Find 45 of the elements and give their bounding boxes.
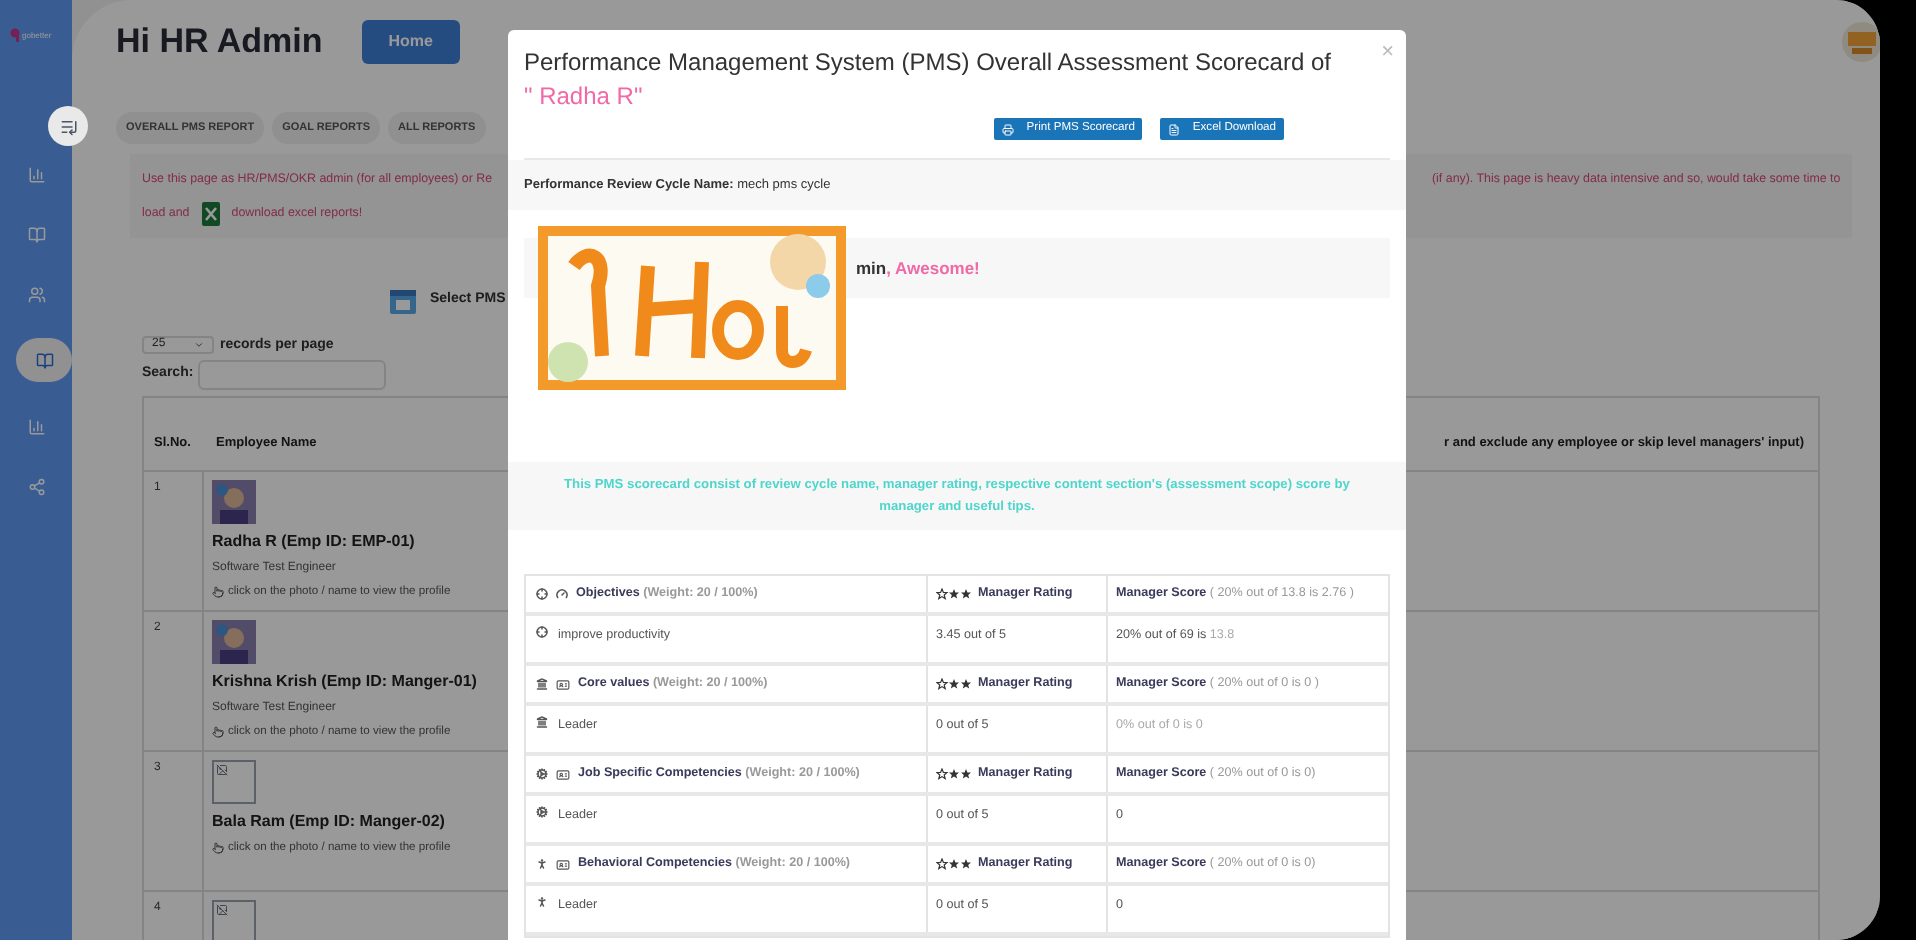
id-card-icon [556, 857, 570, 871]
bank-icon [536, 716, 548, 728]
file-icon [1168, 123, 1181, 135]
bar-chart-icon [27, 165, 45, 183]
person-icon [536, 896, 548, 908]
pointer-icon [212, 586, 224, 599]
target-icon [536, 588, 548, 600]
stars-icon [936, 678, 972, 690]
gears-icon [536, 806, 548, 818]
broken-image-icon[interactable] [212, 760, 256, 805]
page-title: Hi HR Admin [116, 20, 323, 65]
chevron-icon [194, 340, 204, 351]
praise-text: , Awesome! [886, 255, 980, 281]
pointer-icon [212, 842, 224, 855]
stars-icon [936, 858, 972, 870]
stars-icon [936, 768, 972, 780]
gauge-icon [556, 588, 568, 600]
employee-name[interactable]: Radha R (Emp ID: EMP-01) [212, 530, 451, 555]
collapse-button[interactable] [48, 106, 88, 146]
id-card-icon [556, 767, 570, 781]
users-icon [27, 285, 45, 303]
target-icon [536, 626, 548, 638]
employee-name: " Radha R" [524, 80, 645, 112]
book-icon [35, 351, 53, 369]
id-card-icon [556, 677, 570, 691]
employee-name[interactable]: Bala Ram (Emp ID: Manger-02) [212, 810, 451, 835]
dialog-title: Performance Management System (PMS) Overall Assessment Scorecard of [524, 46, 1331, 80]
greeting-text: min [856, 255, 887, 281]
person-icon [536, 858, 548, 870]
broken-image-icon[interactable] [212, 900, 256, 940]
pointer-icon [212, 726, 224, 739]
home-button[interactable]: Home [362, 20, 459, 64]
book-icon [27, 225, 45, 243]
excel-icon[interactable] [199, 201, 222, 226]
bank-icon [536, 678, 548, 690]
collapse-icon [59, 117, 77, 135]
bar-chart-icon [27, 417, 45, 435]
employee-name[interactable]: Krishna Krish (Emp ID: Manger-01) [212, 670, 477, 695]
logo-icon [10, 28, 20, 42]
stars-icon [936, 588, 972, 600]
sidebar-item[interactable] [16, 338, 72, 382]
gears-icon [536, 768, 548, 780]
printer-icon [1002, 123, 1015, 135]
share-icon [27, 477, 45, 495]
calendar-icon [388, 285, 418, 316]
